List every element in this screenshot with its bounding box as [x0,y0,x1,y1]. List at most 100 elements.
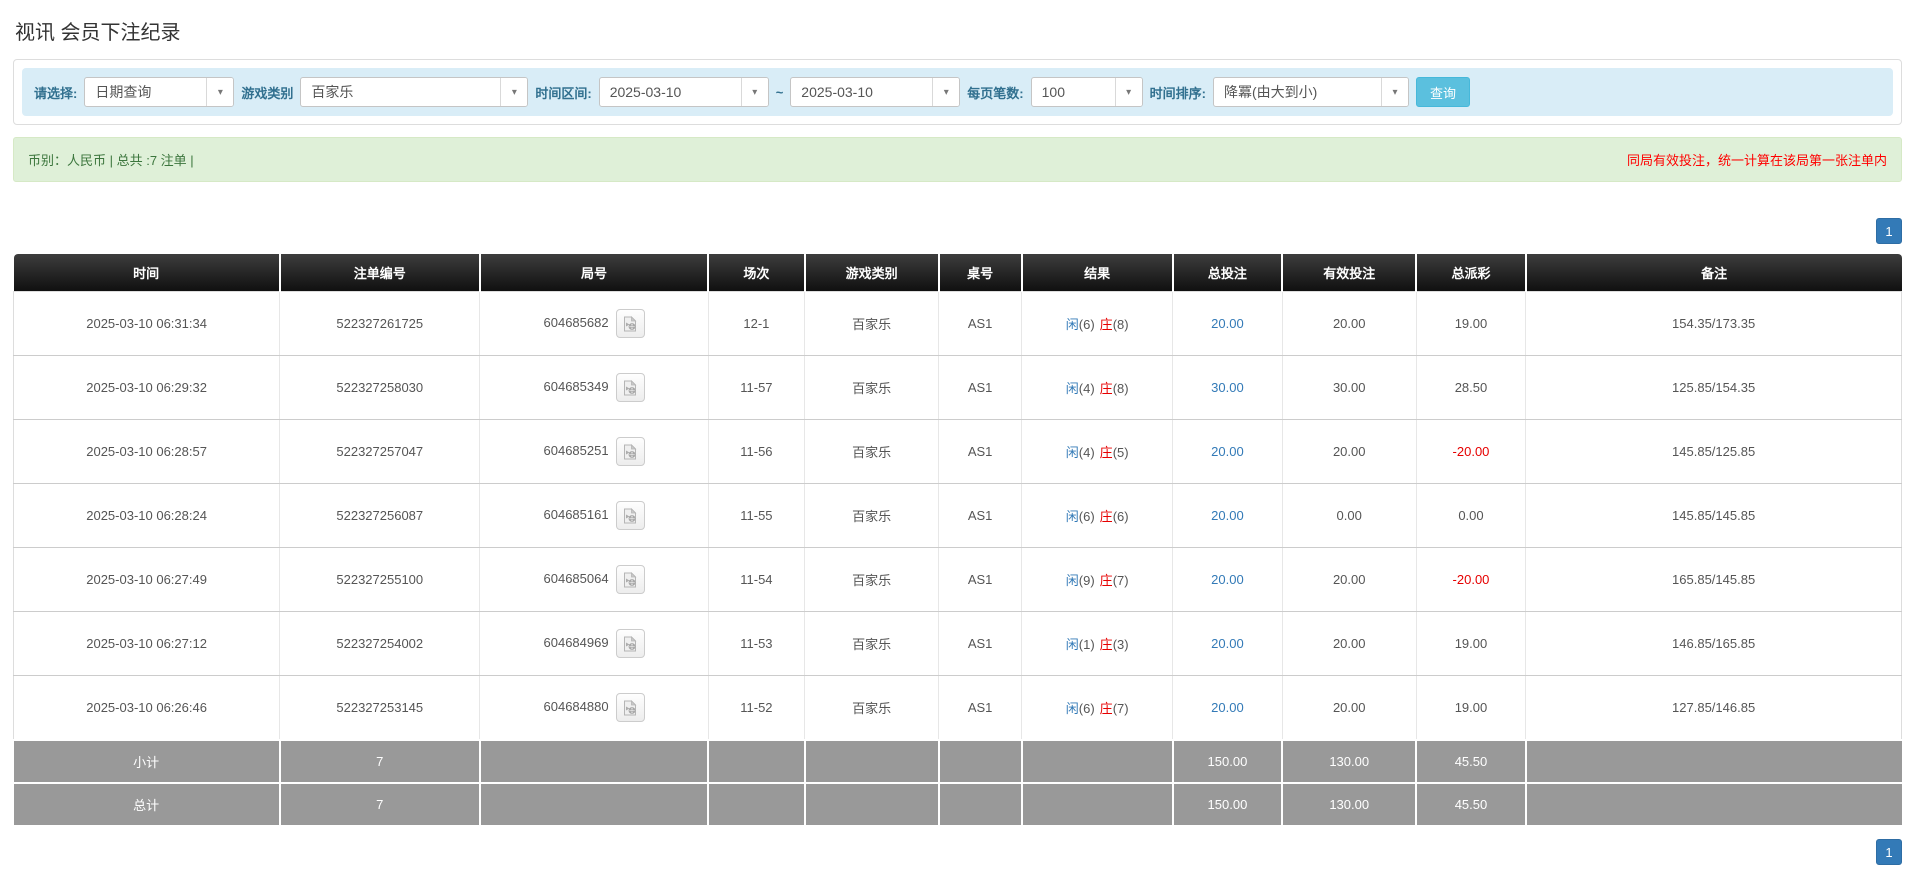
table-row: 2025-03-10 06:28:57 522327257047 6046852… [12,419,1902,484]
table-row: 2025-03-10 06:28:24 522327256087 6046851… [12,483,1902,548]
round-id-value: 604685682 [543,314,609,330]
total-bet-link[interactable]: 20.00 [1211,444,1244,459]
video-replay-button[interactable] [615,501,645,530]
cell-valid-bet: 20.00 [1282,675,1417,741]
sort-order-select[interactable]: 降冪(由大到小) ▾ [1212,77,1409,107]
page-title: 视讯 会员下注纪录 [15,22,181,44]
cell-total-bet: 20.00 [1172,419,1283,484]
col-total-bet: 总投注 [1172,254,1284,292]
player-score: (4) [1078,445,1095,460]
search-button[interactable]: 查询 [1415,77,1470,107]
cell-valid-bet: 20.00 [1282,291,1417,356]
total-bet-link[interactable]: 20.00 [1211,700,1244,715]
cell-payout: 0.00 [1416,483,1527,548]
cell-total-bet: 20.00 [1172,675,1283,741]
total-total-bet: 150.00 [1172,782,1284,825]
cell-time: 2025-03-10 06:28:24 [12,483,281,548]
cell-time: 2025-03-10 06:31:34 [12,291,281,356]
banker-score: (8) [1112,317,1129,332]
table-row: 2025-03-10 06:31:34 522327261725 6046856… [12,291,1902,356]
banker-score: (6) [1112,509,1129,524]
query-type-value: 日期查询 [95,84,152,100]
col-valid-bet: 有效投注 [1282,254,1418,292]
player-score: (6) [1078,509,1095,524]
page-button-1[interactable]: 1 [1876,218,1902,244]
video-replay-button[interactable] [615,565,645,594]
banker-label: 庄 [1099,637,1113,652]
subtotal-label: 小计 [13,739,281,783]
film-document-icon [622,443,638,460]
date-from-select[interactable]: 2025-03-10 ▾ [598,77,769,107]
cell-game-type: 百家乐 [804,675,940,741]
player-score: (1) [1078,637,1095,652]
page-size-value: 100 [1041,84,1065,100]
cell-round-id: 604685064 [479,547,709,612]
total-bet-link[interactable]: 20.00 [1211,508,1244,523]
table-row: 2025-03-10 06:27:49 522327255100 6046850… [12,547,1902,612]
round-id-value: 604685064 [543,570,609,586]
player-label: 闲 [1065,701,1079,716]
cell-game-type: 百家乐 [804,419,940,484]
video-replay-button[interactable] [615,373,645,402]
banker-label: 庄 [1099,701,1113,716]
total-label: 总计 [13,782,281,825]
video-replay-button[interactable] [615,693,645,722]
col-note: 备注 [1525,254,1902,292]
cell-total-bet: 20.00 [1172,483,1283,548]
cell-table-no: AS1 [938,675,1023,741]
banker-label: 庄 [1099,509,1113,524]
table-header: 时间 注单编号 局号 场次 游戏类别 桌号 结果 总投注 有效投注 总派彩 备注 [13,254,1902,292]
currency-total-text: 币别：人民币 | 总共 :7 注单 | [28,153,194,168]
cell-result: 闲(9) 庄(7) [1021,547,1174,612]
cell-bet-id: 522327258030 [279,355,481,420]
date-to-value: 2025-03-10 [801,84,873,100]
cell-session: 11-55 [708,483,806,548]
cell-valid-bet: 30.00 [1282,355,1417,420]
query-type-label: 请选择: [34,85,78,101]
cell-session: 11-53 [708,611,806,676]
total-bet-link[interactable]: 30.00 [1211,380,1244,395]
chevron-down-icon: ▾ [740,78,768,106]
page-size-select[interactable]: 100 ▾ [1030,77,1143,107]
cell-game-type: 百家乐 [804,483,940,548]
page-size-label: 每页笔数: [967,85,1024,101]
game-type-select[interactable]: 百家乐 ▾ [300,77,529,107]
total-bet-link[interactable]: 20.00 [1211,316,1244,331]
video-replay-button[interactable] [615,437,645,466]
banker-label: 庄 [1099,317,1113,332]
round-id-value: 604684969 [543,634,609,650]
chevron-down-icon: ▾ [206,78,234,106]
cell-table-no: AS1 [938,611,1023,676]
banker-label: 庄 [1099,445,1113,460]
total-bet-link[interactable]: 20.00 [1211,572,1244,587]
col-time: 时间 [13,254,281,292]
pagination-top: 1 [13,218,1902,244]
cell-result: 闲(4) 庄(5) [1021,419,1174,484]
cell-result: 闲(6) 庄(7) [1021,675,1174,741]
total-bet-link[interactable]: 20.00 [1211,636,1244,651]
video-replay-button[interactable] [615,309,645,338]
cell-note: 145.85/125.85 [1525,419,1902,484]
page-button-1[interactable]: 1 [1876,839,1902,865]
cell-table-no: AS1 [938,291,1023,356]
subtotal-row: 小计 7 150.00 130.00 45.50 [13,739,1902,783]
player-score: (4) [1078,381,1095,396]
subtotal-total-bet: 150.00 [1172,739,1284,783]
cell-game-type: 百家乐 [804,547,940,612]
date-to-select[interactable]: 2025-03-10 ▾ [790,77,961,107]
table-row: 2025-03-10 06:29:32 522327258030 6046853… [12,355,1902,420]
col-round-id: 局号 [479,254,710,292]
video-replay-button[interactable] [615,629,645,658]
chevron-down-icon: ▾ [1380,78,1408,106]
cell-total-bet: 20.00 [1172,611,1283,676]
notice-text: 同局有效投注，统一计算在该局第一张注单内 [1626,153,1887,168]
film-document-icon [622,635,638,652]
cell-valid-bet: 20.00 [1282,547,1417,612]
query-type-select[interactable]: 日期查询 ▾ [84,77,235,107]
cell-round-id: 604685349 [479,355,709,420]
cell-note: 154.35/173.35 [1525,291,1902,356]
cell-session: 11-52 [708,675,806,741]
game-type-label: 游戏类别 [241,85,294,101]
cell-time: 2025-03-10 06:26:46 [12,675,281,741]
table-row: 2025-03-10 06:26:46 522327253145 6046848… [12,675,1902,741]
